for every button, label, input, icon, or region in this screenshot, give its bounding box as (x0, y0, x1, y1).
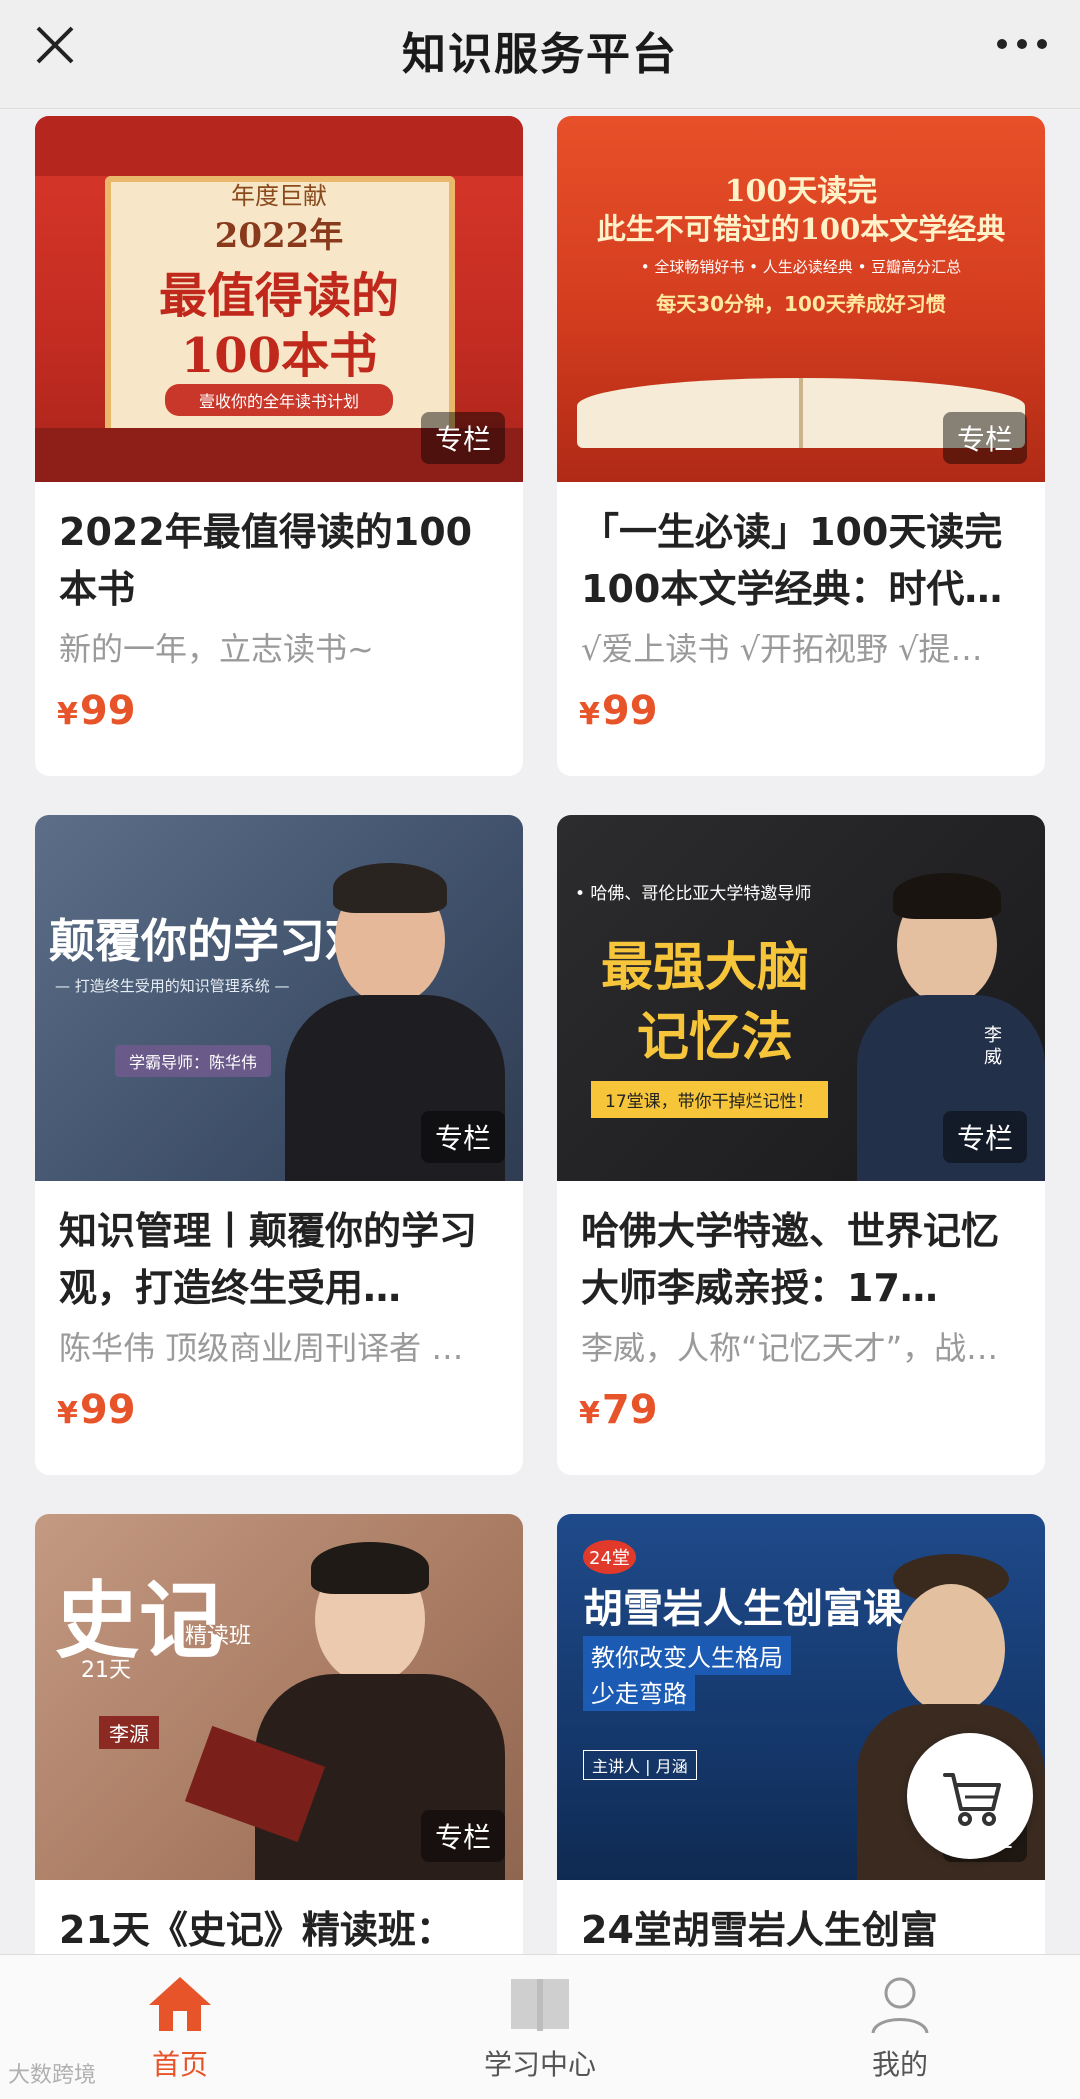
column-badge: 专栏 (942, 1111, 1027, 1163)
cover-text: 胡雪岩人生创富课 (583, 1585, 903, 1632)
column-badge: 专栏 (420, 1111, 505, 1163)
top-bar: 知识服务平台 (0, 0, 1080, 109)
cart-icon (943, 1773, 1001, 1826)
course-card[interactable]: • 哈佛、哥伦比亚大学特邀导师 最强大脑 记忆法 17堂课，带你干掉烂记性！ 李… (557, 815, 1045, 1475)
course-title: 哈佛大学特邀、世界记忆大师李威亲授：17… (581, 1209, 1000, 1310)
column-badge: 专栏 (942, 412, 1027, 464)
cover-text: 此生不可错过的100本文学经典 (596, 212, 1006, 246)
course-grid: 年度巨献 2022年 最值得读的 100本书 壹收你的全年读书计划 专栏 202… (0, 108, 1080, 1955)
cover-text: 100天读完 (724, 174, 878, 209)
course-title: 知识管理丨颠覆你的学习观，打造终生受用… (59, 1209, 478, 1310)
cover-text: 少走弯路 (583, 1672, 695, 1711)
course-subtitle: 李威，人称“记忆天才”，战… (581, 1329, 999, 1367)
page-title: 知识服务平台 (402, 29, 678, 80)
watermark: 大数跨境 (8, 2063, 97, 2088)
cover-text: • 全球畅销好书 • 人生必读经典 • 豆瓣高分汇总 (640, 258, 962, 276)
cover-text: 17堂课，带你干掉烂记性！ (591, 1081, 828, 1118)
course-title: 21天《史记》精读班： (59, 1908, 454, 1952)
nav-learning-center[interactable]: 学习中心 (360, 1955, 720, 2099)
course-title: 「一生必读」100天读完100本文学经典：时代… (581, 510, 1003, 611)
cover-text: 100本书 (180, 328, 378, 384)
course-card[interactable]: 100天读完 此生不可错过的100本文学经典 • 全球畅销好书 • 人生必读经典… (557, 116, 1045, 776)
course-cover: 史记 21天 精读班 李源 专栏 (35, 1514, 523, 1880)
book-icon (511, 1979, 569, 2031)
home-icon (149, 1977, 211, 2031)
cover-text: 颠覆你的学习观 (49, 914, 371, 968)
course-cover: 100天读完 此生不可错过的100本文学经典 • 全球畅销好书 • 人生必读经典… (557, 116, 1045, 482)
nav-me[interactable]: 我的 (720, 1955, 1080, 2099)
column-badge: 专栏 (420, 412, 505, 464)
cover-text: 李威 (984, 1025, 1002, 1068)
cover-text: 24堂 (583, 1540, 636, 1574)
cover-text: 李源 (99, 1716, 159, 1749)
course-cover: 年度巨献 2022年 最值得读的 100本书 壹收你的全年读书计划 专栏 (35, 116, 523, 482)
cover-text: 主讲人 | 月涵 (583, 1750, 697, 1780)
cover-text: 教你改变人生格局 (583, 1636, 791, 1675)
course-cover: • 哈佛、哥伦比亚大学特邀导师 最强大脑 记忆法 17堂课，带你干掉烂记性！ 李… (557, 815, 1045, 1181)
cover-text: 壹收你的全年读书计划 (165, 384, 393, 416)
course-title: 2022年最值得读的100本书 (59, 510, 473, 611)
cover-text: 21天 (81, 1658, 131, 1683)
course-card[interactable]: 年度巨献 2022年 最值得读的 100本书 壹收你的全年读书计划 专栏 202… (35, 116, 523, 776)
course-subtitle: 陈华伟 顶级商业周刊译者 … (59, 1329, 464, 1367)
cover-text: 学霸导师：陈华伟 (115, 1045, 272, 1077)
cart-button[interactable] (907, 1733, 1033, 1859)
cover-text: 2022年 (214, 216, 344, 256)
cover-text: 记忆法 (637, 1008, 794, 1068)
cover-text: 年度巨献 (231, 182, 327, 210)
nav-label: 学习中心 (483, 2048, 596, 2081)
course-price: ¥99 (579, 688, 658, 734)
course-price: ¥79 (579, 1387, 658, 1433)
more-icon[interactable] (992, 22, 1052, 66)
cover-text: • 哈佛、哥伦比亚大学特邀导师 (575, 884, 812, 904)
column-badge: 专栏 (420, 1810, 505, 1862)
course-subtitle: 新的一年，立志读书~ (59, 630, 374, 668)
cover-text: — 打造终生受用的知识管理系统 — (55, 977, 290, 995)
course-cover: 颠覆你的学习观 — 打造终生受用的知识管理系统 — 学霸导师：陈华伟 专栏 (35, 815, 523, 1181)
course-card[interactable]: 颠覆你的学习观 — 打造终生受用的知识管理系统 — 学霸导师：陈华伟 专栏 知识… (35, 815, 523, 1475)
user-icon (871, 1977, 929, 2034)
course-subtitle: √爱上读书 √开拓视野 √提… (581, 630, 983, 668)
course-price: ¥99 (57, 1387, 136, 1433)
course-title: 24堂胡雪岩人生创富 (581, 1908, 938, 1952)
cover-text: 每天30分钟，100天养成好习惯 (656, 292, 946, 316)
cover-text: 精读班 (185, 1624, 252, 1649)
nav-label: 我的 (871, 2048, 928, 2081)
cover-text: 最强大脑 (601, 938, 810, 998)
course-card[interactable]: 史记 21天 精读班 李源 专栏 21天《史记》精读班： (35, 1514, 523, 1955)
course-price: ¥99 (57, 688, 136, 734)
bottom-nav: 首页 学习中心 我的 (0, 1954, 1080, 2099)
